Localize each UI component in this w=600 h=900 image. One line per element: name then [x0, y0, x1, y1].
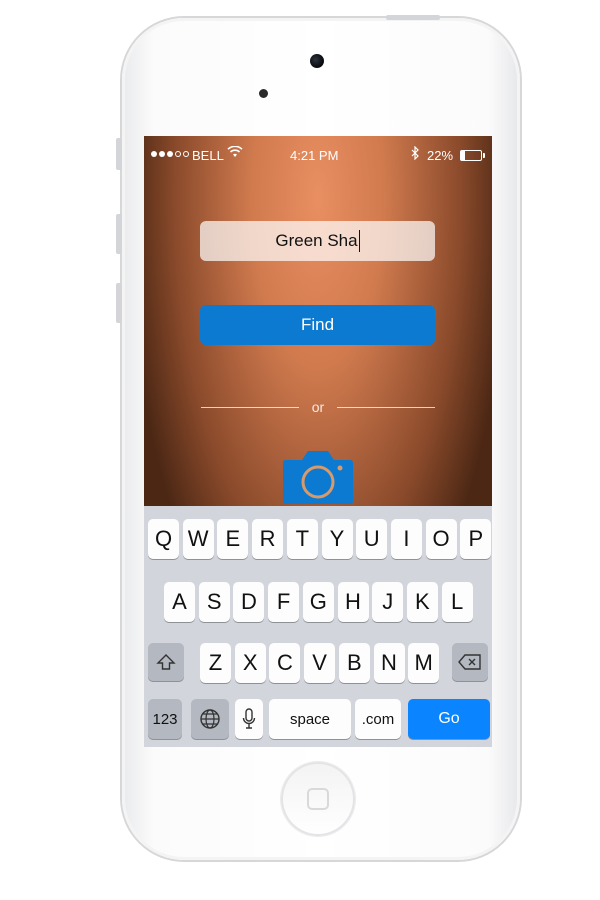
key-x[interactable]: X	[234, 643, 266, 683]
go-key[interactable]: Go	[408, 699, 490, 739]
dictation-key[interactable]	[235, 699, 263, 739]
key-q[interactable]: Q	[148, 519, 179, 559]
clock: 4:21 PM	[290, 148, 339, 163]
divider-or-text: or	[311, 399, 325, 415]
search-input-value: Green Sha	[275, 231, 358, 250]
key-z[interactable]: Z	[200, 643, 231, 683]
battery-icon	[460, 150, 485, 161]
globe-icon	[200, 709, 220, 729]
key-f[interactable]: F	[268, 582, 300, 622]
signal-dot	[167, 151, 173, 157]
divider-line-right	[337, 407, 435, 408]
key-u[interactable]: U	[356, 519, 388, 559]
key-w[interactable]: W	[182, 519, 214, 559]
key-s[interactable]: S	[198, 582, 230, 622]
camera-icon	[283, 451, 353, 504]
key-j[interactable]: J	[372, 582, 404, 622]
signal-dot	[175, 151, 181, 157]
microphone-icon	[242, 708, 256, 729]
key-h[interactable]: H	[337, 582, 369, 622]
power-button	[386, 15, 440, 20]
signal-strength-icon	[151, 151, 189, 157]
globe-key[interactable]	[191, 699, 229, 739]
key-e[interactable]: E	[217, 519, 249, 559]
key-t[interactable]: T	[286, 519, 318, 559]
key-a[interactable]: A	[164, 582, 195, 622]
screen: BELL 4:21 PM 22% Green Sha Find or 123 s…	[144, 136, 492, 747]
key-g[interactable]: G	[302, 582, 334, 622]
key-d[interactable]: D	[233, 582, 265, 622]
mute-switch	[116, 138, 122, 170]
shift-key[interactable]	[148, 643, 184, 681]
signal-dot	[183, 151, 189, 157]
camera-button[interactable]	[282, 448, 354, 504]
delete-icon	[458, 654, 481, 670]
key-n[interactable]: N	[373, 643, 405, 683]
text-cursor	[358, 230, 360, 252]
key-o[interactable]: O	[425, 519, 457, 559]
battery-percent: 22%	[427, 148, 454, 163]
key-y[interactable]: Y	[321, 519, 353, 559]
key-i[interactable]: I	[390, 519, 422, 559]
key-r[interactable]: R	[252, 519, 284, 559]
divider-line-left	[201, 407, 299, 408]
keyboard: 123 space .com Go QWERTYUIOP ASDFGHJKL ZXC…	[144, 506, 492, 747]
find-button[interactable]: Find	[200, 305, 435, 345]
shift-icon	[156, 654, 176, 670]
bluetooth-icon	[411, 145, 420, 163]
key-l[interactable]: L	[441, 582, 473, 622]
key-v[interactable]: V	[304, 643, 336, 683]
volume-up-button	[116, 214, 122, 254]
home-button[interactable]	[281, 762, 355, 836]
key-m[interactable]: M	[408, 643, 440, 683]
proximity-sensor	[259, 89, 268, 98]
numbers-key[interactable]: 123	[148, 699, 182, 739]
search-input[interactable]: Green Sha	[200, 221, 435, 261]
key-b[interactable]: B	[338, 643, 370, 683]
key-k[interactable]: K	[406, 582, 438, 622]
front-camera	[310, 54, 324, 68]
key-c[interactable]: C	[269, 643, 301, 683]
key-p[interactable]: P	[460, 519, 492, 559]
status-bar: BELL 4:21 PM 22%	[144, 136, 492, 174]
delete-key[interactable]	[452, 643, 488, 681]
wifi-icon	[227, 145, 243, 161]
volume-down-button	[116, 283, 122, 323]
signal-dot	[159, 151, 165, 157]
space-key[interactable]: space	[269, 699, 351, 739]
signal-dot	[151, 151, 157, 157]
carrier-name: BELL	[192, 148, 224, 163]
dotcom-key[interactable]: .com	[355, 699, 401, 739]
